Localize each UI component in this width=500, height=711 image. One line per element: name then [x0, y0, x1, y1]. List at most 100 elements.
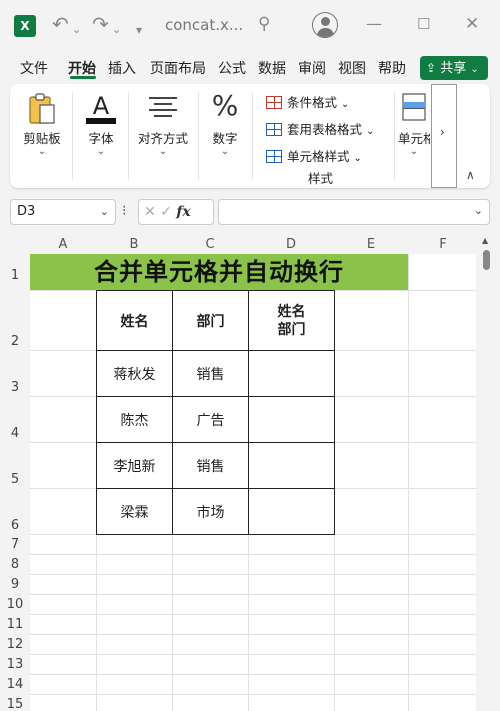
cancel-icon[interactable]: ✕	[144, 204, 156, 220]
chevron-down-icon[interactable]: ⌄	[474, 204, 483, 217]
active-tab-indicator	[70, 76, 96, 79]
row-header-1[interactable]: 1	[0, 268, 30, 283]
ribbon-divider	[394, 92, 395, 180]
combined-line-2: 部门	[277, 321, 306, 338]
ribbon-divider	[198, 92, 199, 180]
column-header-f[interactable]: F	[408, 235, 478, 255]
name-box[interactable]: D3 ⌄	[10, 199, 116, 225]
row-header-5[interactable]: 5	[0, 472, 30, 487]
tab-data[interactable]: 数据	[258, 58, 286, 78]
cell-dept[interactable]: 广告	[172, 396, 249, 443]
tab-insert[interactable]: 插入	[108, 58, 136, 78]
cell-name[interactable]: 陈杰	[96, 396, 173, 443]
share-button[interactable]: ⇪ 共享 ⌄	[420, 56, 488, 80]
row-header-14[interactable]: 14	[0, 677, 30, 692]
table-row: 梁霖 市场	[96, 488, 335, 535]
cell-dept[interactable]: 销售	[172, 442, 249, 489]
tab-formulas[interactable]: 公式	[218, 58, 246, 78]
tab-home[interactable]: 开始	[68, 58, 96, 78]
row-header-13[interactable]: 13	[0, 657, 30, 672]
cell-dept[interactable]: 销售	[172, 350, 249, 397]
conditional-format-icon	[266, 96, 282, 109]
tab-help[interactable]: 帮助	[378, 58, 406, 78]
header-cell-dept[interactable]: 部门	[172, 290, 249, 351]
excel-logo-icon: X	[14, 15, 36, 37]
more-options-icon[interactable]: ⁝	[122, 203, 126, 219]
ribbon-scroll-panel[interactable]: ›	[431, 84, 457, 188]
column-header-d[interactable]: D	[248, 235, 334, 255]
account-avatar-icon[interactable]	[312, 12, 338, 38]
row-header-10[interactable]: 10	[0, 597, 30, 612]
redo-dropdown-icon[interactable]: ⌄	[112, 18, 121, 42]
enter-icon[interactable]: ✓	[160, 204, 172, 220]
row-header-11[interactable]: 11	[0, 617, 30, 632]
alignment-button[interactable]: 对齐方式 ⌄	[132, 90, 194, 180]
tab-file[interactable]: 文件	[20, 58, 48, 78]
chevron-right-icon: ›	[440, 125, 445, 139]
row-header-4[interactable]: 4	[0, 426, 30, 441]
tab-page-layout[interactable]: 页面布局	[150, 58, 206, 78]
undo-dropdown-icon[interactable]: ⌄	[72, 18, 81, 42]
cell-name[interactable]: 李旭新	[96, 442, 173, 489]
vertical-scrollbar[interactable]: ▲	[482, 236, 492, 706]
row-header-6[interactable]: 6	[0, 518, 30, 533]
close-icon[interactable]: ✕	[465, 12, 479, 36]
name-box-value: D3	[17, 204, 36, 219]
search-icon[interactable]: ⚲	[258, 12, 270, 36]
scroll-up-icon[interactable]: ▲	[482, 236, 488, 245]
font-button[interactable]: A 字体 ⌄	[78, 90, 124, 180]
ribbon-divider	[128, 92, 129, 180]
cells-button[interactable]: 单元格 ⌄	[398, 90, 430, 180]
column-header-c[interactable]: C	[172, 235, 248, 255]
undo-icon[interactable]: ↶	[52, 12, 69, 36]
customize-toolbar-icon[interactable]: ▾	[136, 18, 142, 42]
row-header-8[interactable]: 8	[0, 557, 30, 572]
cell-dept[interactable]: 市场	[172, 488, 249, 535]
maximize-icon[interactable]: ☐	[417, 12, 430, 36]
redo-icon[interactable]: ↷	[92, 12, 109, 36]
row-header-2[interactable]: 2	[0, 334, 30, 349]
scrollbar-thumb[interactable]	[483, 250, 490, 270]
chevron-down-icon: ⌄	[37, 146, 47, 157]
cell-combined[interactable]	[248, 488, 335, 535]
chevron-down-icon: ⌄	[366, 126, 375, 137]
cell-styles-button[interactable]: 单元格样式 ⌄	[266, 146, 362, 165]
row-header-9[interactable]: 9	[0, 577, 30, 592]
number-button[interactable]: % 数字 ⌄	[202, 90, 248, 180]
document-title: concat.x...	[165, 16, 244, 34]
cell-name[interactable]: 梁霖	[96, 488, 173, 535]
insert-function-icon[interactable]: fx	[176, 204, 190, 220]
row-header-3[interactable]: 3	[0, 380, 30, 395]
clipboard-button[interactable]: 剪贴板 ⌄	[16, 90, 68, 180]
chevron-down-icon: ⌄	[470, 64, 479, 75]
row-header-12[interactable]: 12	[0, 637, 30, 652]
row-header-7[interactable]: 7	[0, 537, 30, 552]
header-cell-name[interactable]: 姓名	[96, 290, 173, 351]
formula-input[interactable]: ⌄	[218, 199, 490, 225]
tab-review[interactable]: 审阅	[298, 58, 326, 78]
chevron-down-icon: ⌄	[353, 153, 362, 164]
column-header-a[interactable]: A	[30, 235, 96, 255]
cell-combined[interactable]	[248, 442, 335, 489]
row-header-15[interactable]: 15	[0, 697, 30, 711]
table-row: 李旭新 销售	[96, 442, 335, 489]
column-header-b[interactable]: B	[96, 235, 172, 255]
header-cell-combined[interactable]: 姓名 部门	[248, 290, 335, 351]
worksheet-grid[interactable]: 合并单元格并自动换行 姓名 部门 姓名 部门 蒋秋发 销售 陈杰 广告 李旭新 …	[30, 254, 476, 711]
conditional-format-button[interactable]: 条件格式 ⌄	[266, 92, 349, 111]
cell-combined[interactable]	[248, 350, 335, 397]
clipboard-icon	[29, 93, 55, 124]
table-row: 陈杰 广告	[96, 396, 335, 443]
cell-name[interactable]: 蒋秋发	[96, 350, 173, 397]
cell-styles-label: 单元格样式	[287, 149, 350, 164]
tab-view[interactable]: 视图	[338, 58, 366, 78]
table-row: 蒋秋发 销售	[96, 350, 335, 397]
percent-icon: %	[211, 89, 239, 122]
ribbon-panel: 剪贴板 ⌄ A 字体 ⌄ 对齐方式 ⌄ % 数字 ⌄ 条件格式 ⌄ 套用表格格式…	[10, 84, 490, 188]
format-as-table-button[interactable]: 套用表格格式 ⌄	[266, 119, 374, 138]
column-header-e[interactable]: E	[334, 235, 408, 255]
merged-title-cell[interactable]: 合并单元格并自动换行	[30, 254, 408, 290]
collapse-ribbon-icon[interactable]: ∧	[466, 168, 475, 182]
minimize-icon[interactable]: —	[366, 12, 382, 36]
cell-combined[interactable]	[248, 396, 335, 443]
